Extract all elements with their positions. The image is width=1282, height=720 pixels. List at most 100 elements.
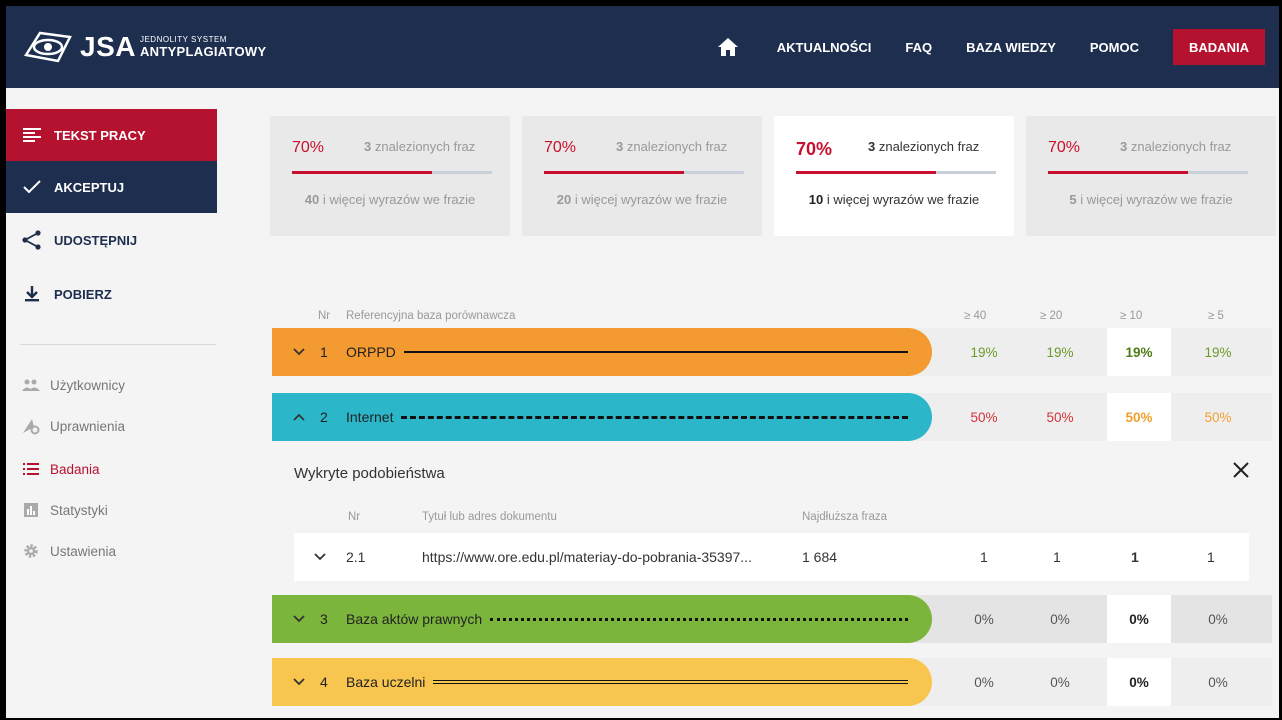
row-nr: 3 [320, 611, 328, 627]
card-found: 3 znalezionych fraz [364, 139, 475, 154]
subrow-longest: 1 684 [802, 549, 838, 565]
card-found: 3 znalezionych fraz [868, 139, 979, 154]
line-style-dashed [401, 415, 908, 419]
value-cell-20: 0% [1050, 674, 1070, 690]
subrow-url-link[interactable]: https://www.ore.edu.pl/materiay-do-pobra… [422, 533, 752, 581]
card-percent: 70% [292, 139, 325, 156]
chevron-down-icon[interactable] [292, 615, 306, 623]
db-row-internet[interactable]: 2 Internet [272, 393, 932, 441]
table-row[interactable]: 2.1 https://www.ore.edu.pl/materiay-do-p… [294, 533, 1249, 581]
column-header-5: ≥ 5 [1208, 310, 1224, 322]
card-progress-bar [796, 171, 996, 174]
card-percent: 70% [796, 139, 833, 159]
card-words-num: 5 [1069, 192, 1077, 207]
card-progress-bar [1048, 171, 1248, 174]
main-nav: AKTUALNOŚCI FAQ BAZA WIEDZY POMOC BADANI… [717, 6, 1265, 88]
close-icon[interactable] [1232, 461, 1250, 479]
nav-baza-wiedzy[interactable]: BAZA WIEDZY [966, 40, 1056, 55]
card-words: 10 i więcej wyrazów we frazie [774, 192, 1014, 207]
logo-line1: JEDNOLITY SYSTEM [139, 35, 227, 44]
stat-card-10[interactable]: 70% 3 znalezionych fraz 10 i więcej wyra… [774, 116, 1014, 236]
value-cell-10: 0% [1107, 658, 1171, 706]
panel-header-longest: Najdłuższa fraza [802, 511, 888, 523]
db-row-baza-aktow[interactable]: 3 Baza aktów prawnych [272, 595, 932, 643]
card-progress-fill [1048, 171, 1188, 174]
panel-header-nr: Nr [348, 511, 361, 523]
stat-card-20[interactable]: 70% 3 znalezionych fraz 20 i więcej wyra… [522, 116, 762, 236]
value-cell-40: 50% [970, 409, 998, 425]
card-progress-fill [796, 171, 936, 174]
subrow-nr: 2.1 [346, 549, 366, 565]
card-words-text: i więcej wyrazów we frazie [823, 192, 980, 207]
subrow-value-10: 1 [1131, 549, 1139, 565]
subrow-value-20: 1 [1053, 549, 1061, 565]
logo[interactable]: JSA JEDNOLITY SYSTEM ANTYPLAGIATOWY [22, 27, 266, 67]
value-cell-10: 19% [1107, 328, 1171, 376]
card-progress-bar [292, 171, 492, 174]
card-words-num: 20 [556, 192, 572, 207]
panel-title: Wykryte podobieństwa [294, 465, 445, 482]
chevron-down-icon[interactable] [292, 678, 306, 686]
chevron-down-icon[interactable] [292, 348, 306, 356]
value-cell-20: 50% [1046, 409, 1074, 425]
logo-eye-icon [23, 31, 72, 63]
stat-card-5[interactable]: 70% 3 znalezionych fraz 5 i więcej wyraz… [1026, 116, 1276, 236]
card-progress-fill [292, 171, 432, 174]
column-header-20: ≥ 20 [1040, 310, 1063, 322]
row-name: ORPPD [346, 344, 396, 360]
column-header-db: Referencyjna baza porównawcza [346, 310, 516, 322]
card-words: 40 i więcej wyrazów we frazie [270, 192, 510, 207]
row-name: Baza aktów prawnych [346, 611, 483, 627]
value-cell-5: 0% [1208, 611, 1228, 627]
subrow-value-40: 1 [980, 549, 988, 565]
db-row-orppd[interactable]: 1 ORPPD [272, 328, 932, 376]
value-cell-5: 19% [1204, 344, 1232, 360]
card-percent: 70% [1048, 139, 1081, 156]
card-words-text: i więcej wyrazów we frazie [1076, 192, 1233, 207]
value-cell-5: 0% [1208, 674, 1228, 690]
nav-aktualnosci[interactable]: AKTUALNOŚCI [777, 40, 872, 55]
card-words: 5 i więcej wyrazów we frazie [1026, 192, 1276, 207]
home-icon[interactable] [717, 36, 739, 58]
card-percent: 70% [544, 139, 577, 156]
top-bar: JSA JEDNOLITY SYSTEM ANTYPLAGIATOWY AKTU… [6, 6, 1279, 88]
logo-brand: JSA [80, 31, 136, 62]
logo-subtitle: JEDNOLITY SYSTEM ANTYPLAGIATOWY [139, 35, 267, 59]
value-cell-10: 50% [1107, 393, 1171, 441]
row-name: Internet [346, 409, 394, 425]
column-header-nr: Nr [318, 310, 331, 322]
card-words-num: 10 [808, 192, 824, 207]
stat-card-40[interactable]: 70% 3 znalezionych fraz 40 i więcej wyra… [270, 116, 510, 236]
chevron-up-icon[interactable] [292, 413, 306, 421]
similarities-panel: Wykryte podobieństwa Nr Tytuł lub adres … [272, 441, 1272, 589]
card-found: 3 znalezionych fraz [616, 139, 727, 154]
card-words-text: i więcej wyrazów we frazie [571, 192, 728, 207]
nav-pomoc[interactable]: POMOC [1090, 40, 1139, 55]
column-header-40: ≥ 40 [964, 310, 987, 322]
line-style-solid [403, 351, 908, 353]
card-words-text: i więcej wyrazów we frazie [319, 192, 476, 207]
value-cell-10: 0% [1107, 595, 1171, 643]
card-found-text: znalezionych fraz [875, 139, 980, 154]
line-style-double [433, 680, 908, 684]
card-found-text: znalezionych fraz [623, 139, 728, 154]
card-words-num: 40 [304, 192, 320, 207]
row-name: Baza uczelni [346, 674, 426, 690]
card-progress-bar [544, 171, 744, 174]
db-row-baza-uczelni[interactable]: 4 Baza uczelni [272, 658, 932, 706]
main-content: 70% 3 znalezionych fraz 40 i więcej wyra… [6, 88, 1279, 718]
panel-header-title: Tytuł lub adres dokumentu [422, 511, 557, 523]
row-nr: 2 [320, 409, 328, 425]
value-cell-20: 0% [1050, 611, 1070, 627]
nav-faq[interactable]: FAQ [905, 40, 932, 55]
row-nr: 1 [320, 344, 328, 360]
chevron-down-icon[interactable] [314, 533, 326, 581]
subrow-value-5: 1 [1207, 549, 1215, 565]
value-cell-20: 19% [1046, 344, 1074, 360]
value-cell-40: 19% [970, 344, 998, 360]
nav-badania-button[interactable]: BADANIA [1173, 29, 1265, 65]
card-words: 20 i więcej wyrazów we frazie [522, 192, 762, 207]
card-found-text: znalezionych fraz [1127, 139, 1232, 154]
card-found-text: znalezionych fraz [371, 139, 476, 154]
card-progress-fill [544, 171, 684, 174]
